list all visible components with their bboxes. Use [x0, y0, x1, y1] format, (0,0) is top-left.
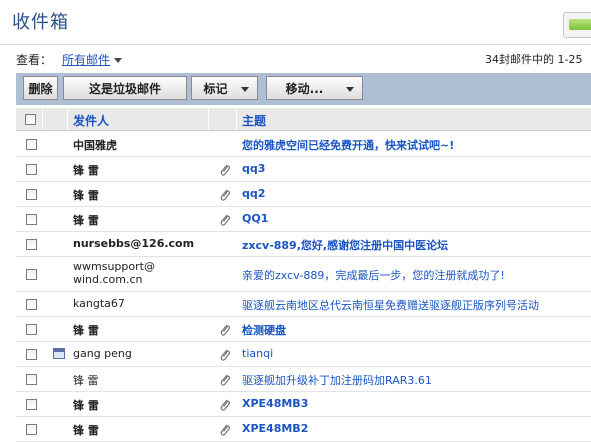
row-subject[interactable]: tianqi [242, 347, 273, 360]
table-row[interactable]: 锋 雷 QQ1 [16, 206, 591, 232]
row-subject[interactable]: qq3 [242, 162, 265, 175]
table-row[interactable]: gang peng tianqi [16, 341, 591, 367]
chevron-down-icon [346, 87, 354, 92]
row-sender[interactable]: 锋 雷 [73, 187, 99, 203]
calendar-icon [53, 348, 65, 359]
row-subject[interactable]: 驱逐舰加升级补丁加注册码加RAR3.61 [242, 372, 432, 388]
row-subject[interactable]: 驱逐舰云南地区总代云南恒星免费赠送驱逐舰正版序列号活动 [242, 297, 539, 313]
chevron-down-icon [114, 58, 123, 63]
view-filter-bar: 查看： 所有邮件 34封邮件中的 1-25 [0, 44, 591, 69]
row-subject[interactable]: 检测硬盘 [242, 322, 286, 338]
table-row[interactable]: kangta67 驱逐舰云南地区总代云南恒星免费赠送驱逐舰正版序列号活动 [16, 291, 591, 317]
move-button-label: 移动... [285, 82, 324, 96]
row-sender[interactable]: 锋 雷 [73, 162, 99, 178]
paperclip-icon [220, 349, 231, 361]
mail-toolbar: 删除 这是垃圾邮件 标记 移动... [16, 73, 591, 105]
row-sender[interactable]: gang peng [73, 347, 132, 360]
paperclip-icon [220, 424, 231, 436]
move-button[interactable]: 移动... [266, 76, 363, 100]
column-header-subject[interactable]: 主题 [242, 112, 266, 129]
row-checkbox[interactable] [26, 399, 37, 410]
row-subject[interactable]: XPE48MB3 [242, 397, 308, 410]
row-sender[interactable]: 锋 雷 [73, 397, 99, 413]
row-subject[interactable]: zxcv-889,您好,感谢您注册中国中医论坛 [242, 237, 448, 253]
column-header-sender[interactable]: 发件人 [73, 112, 109, 129]
paperclip-icon [220, 399, 231, 411]
paperclip-icon [220, 164, 231, 176]
row-subject[interactable]: XPE48MB2 [242, 422, 308, 435]
view-select[interactable]: 所有邮件 [62, 51, 123, 68]
row-checkbox[interactable] [26, 214, 37, 225]
view-label: 查看： [16, 53, 53, 67]
row-checkbox[interactable] [26, 374, 37, 385]
message-count: 34封邮件中的 1-25 [485, 53, 583, 66]
row-sender[interactable]: 中国雅虎 [73, 137, 117, 153]
delete-button[interactable]: 删除 [23, 76, 58, 100]
message-table-header: 发件人 主题 [16, 108, 591, 131]
spam-button[interactable]: 这是垃圾邮件 [63, 76, 187, 100]
row-sender[interactable]: nursebbs@126.com [73, 237, 194, 250]
top-right-action-button[interactable] [563, 12, 591, 38]
paperclip-icon [220, 324, 231, 336]
row-subject[interactable]: 亲爱的zxcv-889，完成最后一步，您的注册就成功了! [242, 267, 505, 283]
paperclip-icon [220, 374, 231, 386]
chevron-down-icon [241, 87, 249, 92]
row-checkbox[interactable] [26, 189, 37, 200]
row-sender[interactable]: 锋 雷 [73, 372, 99, 388]
row-checkbox[interactable] [26, 299, 37, 310]
row-checkbox[interactable] [26, 139, 37, 150]
table-row[interactable]: 锋 雷 XPE48MB2 [16, 416, 591, 442]
paperclip-icon [220, 189, 231, 201]
table-row[interactable]: wwmsupport@ wind.com.cn 亲爱的zxcv-889，完成最后一… [16, 256, 591, 292]
table-row[interactable]: 中国雅虎 您的雅虎空间已经免费开通，快来试试吧~! [16, 131, 591, 157]
row-sender[interactable]: 锋 雷 [73, 212, 99, 228]
mark-button[interactable]: 标记 [191, 76, 258, 100]
row-sender[interactable]: 锋 雷 [73, 322, 99, 338]
row-sender[interactable]: kangta67 [73, 297, 125, 310]
row-checkbox[interactable] [26, 239, 37, 250]
table-row[interactable]: 锋 雷 qq2 [16, 181, 591, 207]
row-sender[interactable]: wwmsupport@ wind.com.cn [73, 260, 183, 286]
table-row[interactable]: 锋 雷 检测硬盘 [16, 316, 591, 342]
table-row[interactable]: 锋 雷 驱逐舰加升级补丁加注册码加RAR3.61 [16, 366, 591, 392]
row-subject[interactable]: qq2 [242, 187, 265, 200]
row-subject[interactable]: 您的雅虎空间已经免费开通，快来试试吧~! [242, 137, 454, 153]
table-row[interactable]: nursebbs@126.com zxcv-889,您好,感谢您注册中国中医论坛 [16, 231, 591, 257]
row-checkbox[interactable] [26, 324, 37, 335]
view-selected-text: 所有邮件 [62, 53, 111, 67]
table-row[interactable]: 锋 雷 XPE48MB3 [16, 391, 591, 417]
green-bar-icon [569, 19, 591, 30]
select-all-checkbox[interactable] [25, 114, 36, 125]
row-checkbox[interactable] [26, 424, 37, 435]
table-row[interactable]: 锋 雷 qq3 [16, 156, 591, 182]
row-sender[interactable]: 锋 雷 [73, 422, 99, 438]
mark-button-label: 标记 [203, 82, 228, 96]
paperclip-icon [220, 214, 231, 226]
row-subject[interactable]: QQ1 [242, 212, 268, 225]
row-checkbox[interactable] [26, 164, 37, 175]
row-checkbox[interactable] [26, 349, 37, 360]
row-checkbox[interactable] [26, 269, 37, 280]
